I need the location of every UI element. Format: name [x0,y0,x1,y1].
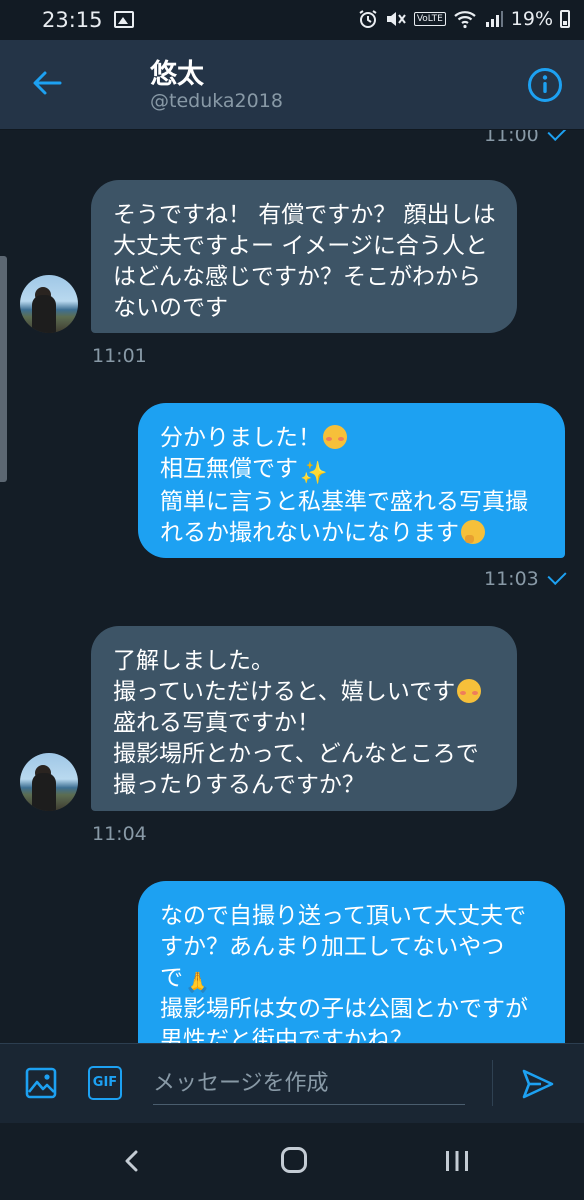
message-line: 了解しました。 [113,648,274,674]
message-line: で [160,965,183,991]
volte-icon: VoLTE [413,12,446,26]
message-timestamp: 11:03 [484,565,567,590]
message-line: 盛れる写真ですか！ [113,710,320,736]
gif-button[interactable]: GIF [88,1066,122,1100]
status-icons: VoLTE 19% [358,8,570,30]
composer-divider [492,1060,493,1106]
thinking-face-emoji [461,520,485,544]
message-line: はどんな感じですか？そこがわから [113,264,481,290]
back-arrow-icon[interactable] [30,66,64,100]
system-navigation-bar [0,1123,584,1200]
message-line: 相互無償です [160,456,298,482]
message-timestamp: 11:00 [484,130,567,146]
message-line: ないのです [113,295,228,321]
battery-icon [560,10,570,28]
outgoing-message-bubble[interactable]: 分かりました！ 相互無償です✨ 簡単に言うと私基準で盛れる写真撮 れるか撮れない… [138,403,565,558]
conversation-header: 悠太 @teduka2018 [0,40,584,130]
contact-avatar[interactable] [20,275,78,333]
gallery-icon [114,11,134,28]
incoming-message-bubble[interactable]: 了解しました。 撮っていただけると、嬉しいです 盛れる写真ですか！ 撮影場所とか… [91,626,517,811]
read-check-icon [547,565,567,586]
contact-handle[interactable]: @teduka2018 [150,90,283,112]
message-input[interactable] [153,1062,465,1105]
nav-home-icon[interactable] [281,1147,307,1173]
mute-icon [386,12,406,26]
sparkles-emoji: ✨ [300,461,328,486]
message-timestamp: 11:01 [92,345,147,367]
nav-back-icon[interactable] [120,1149,144,1173]
message-line: れるか撮れないかになります [160,520,459,546]
status-bar: 23:15 VoLTE 19% [0,0,584,40]
message-line: なので自撮り送って頂いて大丈夫で [160,903,527,929]
wifi-icon [454,11,476,29]
message-composer: GIF [0,1043,584,1124]
smiling-face-emoji [457,679,482,703]
scroll-edge-indicator[interactable] [0,256,7,482]
message-timestamp: 11:04 [92,823,147,845]
message-line: 簡単に言うと私基準で盛れる写真撮 [160,489,528,515]
message-line: 撮影場所とかって、どんなところで [113,741,479,767]
outgoing-message-bubble[interactable]: なので自撮り送って頂いて大丈夫で すか？あんまり加工してないやつ で 🙏 撮影場所… [138,881,565,1043]
message-line: そうですね！ 有償ですか？ 顔出しは [113,202,496,228]
folded-hands-emoji: 🙏 [185,970,210,994]
message-line: 撮ったりするんですか？ [113,772,365,798]
send-icon[interactable] [520,1066,556,1102]
conversation-thread[interactable]: 11:00 そうですね！ 有償ですか？ 顔出しは 大丈夫ですよー イメージに合う… [0,130,584,1043]
status-time: 23:15 [42,8,103,32]
contact-name[interactable]: 悠太 [150,52,204,91]
smiling-blush-emoji [323,425,347,449]
message-line: すか？あんまり加工してないやつ [160,934,505,960]
battery-percent: 19% [510,8,553,30]
incoming-message-bubble[interactable]: そうですね！ 有償ですか？ 顔出しは 大丈夫ですよー イメージに合う人と はどん… [91,180,517,333]
nav-recents-icon[interactable] [444,1149,470,1173]
message-line: 大丈夫ですよー イメージに合う人と [113,233,488,259]
image-icon[interactable] [24,1066,58,1100]
message-line: 撮っていただけると、嬉しいです [113,679,456,705]
message-line: 男性だと街中ですかね？ [160,1027,413,1043]
signal-icon [485,11,503,27]
message-line: 撮影場所は女の子は公園とかですが [160,996,528,1022]
contact-avatar[interactable] [20,753,78,811]
info-icon[interactable] [527,67,563,103]
read-check-icon [547,130,567,142]
message-line: 分かりました！ [160,425,321,451]
alarm-icon [359,10,377,28]
